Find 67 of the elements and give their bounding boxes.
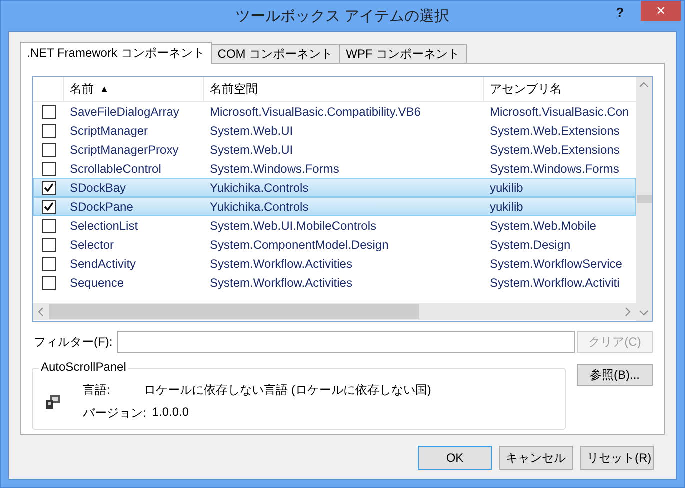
checkbox[interactable] <box>42 142 56 156</box>
tab[interactable]: WPF コンポーネント <box>339 44 468 63</box>
filter-field[interactable] <box>116 331 575 353</box>
table-cell-text: ScriptManagerProxy <box>69 142 180 156</box>
table-cell-text: Yukichika.Controls <box>209 180 310 194</box>
selected-row[interactable]: SDockPane Yukichika.Controls yukilib <box>33 197 636 216</box>
table-cell-text: System.Web.Extensions <box>489 142 621 156</box>
table-cell-text: System.Web.UI <box>209 142 294 156</box>
table-cell-text: System.Design <box>489 238 572 252</box>
table-cell-text: System.Windows.Forms <box>489 162 620 176</box>
table-cell-text: System.Web.Mobile <box>489 218 598 232</box>
browse-button[interactable]: 参照(B)... <box>577 364 653 386</box>
horizontal-scrollbar[interactable] <box>33 303 636 320</box>
table-cell-text: Microsoft.VisualBasic.Compatibility.VB6 <box>209 104 422 118</box>
table-cell-text: Selector <box>69 238 116 252</box>
table-cell-text: SelectionList <box>69 218 140 232</box>
table-cell-text: System.Windows.Forms <box>209 162 340 176</box>
checkbox[interactable] <box>42 124 56 138</box>
filter-label: フィルター(F): <box>34 334 113 350</box>
checkbox[interactable] <box>42 276 56 290</box>
table-cell-text: System.Web.Extensions <box>489 124 621 138</box>
column-header[interactable]: 名前 ▲ <box>63 77 203 101</box>
checkbox[interactable] <box>42 162 56 176</box>
checkbox[interactable] <box>42 180 56 194</box>
checkbox[interactable] <box>42 238 56 252</box>
table-cell-text: SendActivity <box>69 256 138 270</box>
table-cell-text: Microsoft.VisualBasic.Con <box>489 104 630 118</box>
close-button[interactable]: ✕ <box>641 1 682 21</box>
help-button[interactable]: ? <box>616 5 624 20</box>
table-cell-text: System.ComponentModel.Design <box>209 238 390 252</box>
table-cell-text: System.Web.UI.MobileControls <box>209 218 378 232</box>
checkbox[interactable] <box>42 218 56 232</box>
table-cell-text: ScrollableControl <box>69 162 162 176</box>
table-cell-text: System.Web.UI <box>209 124 294 138</box>
table-cell-text: SaveFileDialogArray <box>69 104 180 118</box>
checkbox[interactable] <box>42 256 56 270</box>
vertical-scrollbar[interactable] <box>636 77 652 321</box>
tab[interactable]: COM コンポーネント <box>210 44 340 63</box>
group-title: AutoScrollPanel <box>39 360 128 374</box>
checkbox[interactable] <box>42 200 56 214</box>
dialog-button[interactable]: OK <box>418 446 492 470</box>
field-label: バージョン: <box>83 405 146 422</box>
scroll-thumb[interactable] <box>49 304 419 319</box>
table-cell-text: yukilib <box>489 200 524 214</box>
scroll-thumb[interactable] <box>636 195 652 203</box>
table-cell-text: SDockBay <box>69 180 128 194</box>
tab[interactable]: .NET Framework コンポーネント <box>20 42 212 64</box>
table-cell-text: Yukichika.Controls <box>209 200 310 214</box>
table-cell-text: System.Workflow.Activiti <box>489 276 621 290</box>
dialog-button[interactable]: キャンセル <box>499 446 573 470</box>
table-cell-text: System.Workflow.Activities <box>209 256 354 270</box>
window-title: ツールボックス アイテムの選択 <box>235 7 450 26</box>
table-cell-text: ScriptManager <box>69 124 150 138</box>
field-value: 1.0.0.0 <box>152 405 190 421</box>
checkbox[interactable] <box>42 104 56 118</box>
sort-ascending-icon: ▲ <box>100 84 109 94</box>
table-cell-text: yukilib <box>489 180 524 194</box>
table-cell-text: SDockPane <box>69 200 134 214</box>
selected-row[interactable]: SDockBay Yukichika.Controls yukilib <box>33 178 636 197</box>
table-cell-text: System.WorkflowService <box>489 256 624 270</box>
dialog-button[interactable]: リセット(R) <box>580 446 654 470</box>
field-label: 言語: <box>83 382 112 399</box>
column-header[interactable]: 名前空間 <box>203 77 483 101</box>
table-cell-text: System.Workflow.Activities <box>209 276 354 290</box>
table-cell-text: Sequence <box>69 276 126 290</box>
component-icon <box>45 394 61 410</box>
field-value: ロケールに依存しない言語 (ロケールに依存しない国) <box>144 382 432 399</box>
